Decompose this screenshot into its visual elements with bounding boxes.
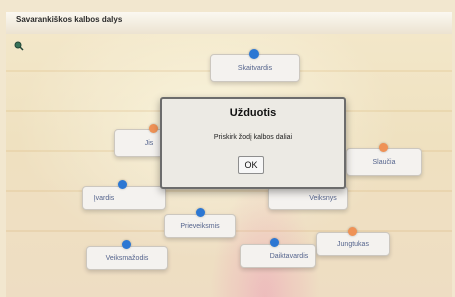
title-bar: Savarankiškos kalbos dalys xyxy=(6,12,452,35)
dialog-message: Priskirk žodį kalbos daliai xyxy=(213,134,293,141)
dialog-title: Užduotis xyxy=(229,107,277,119)
window-title: Savarankiškos kalbos dalys xyxy=(16,15,123,24)
task-dialog: Užduotis Priskirk žodį kalbos daliai OK xyxy=(160,97,346,189)
app-window: Savarankiškos kalbos dalys Skaitvardis J… xyxy=(0,0,455,297)
ok-button[interactable]: OK xyxy=(238,156,264,174)
